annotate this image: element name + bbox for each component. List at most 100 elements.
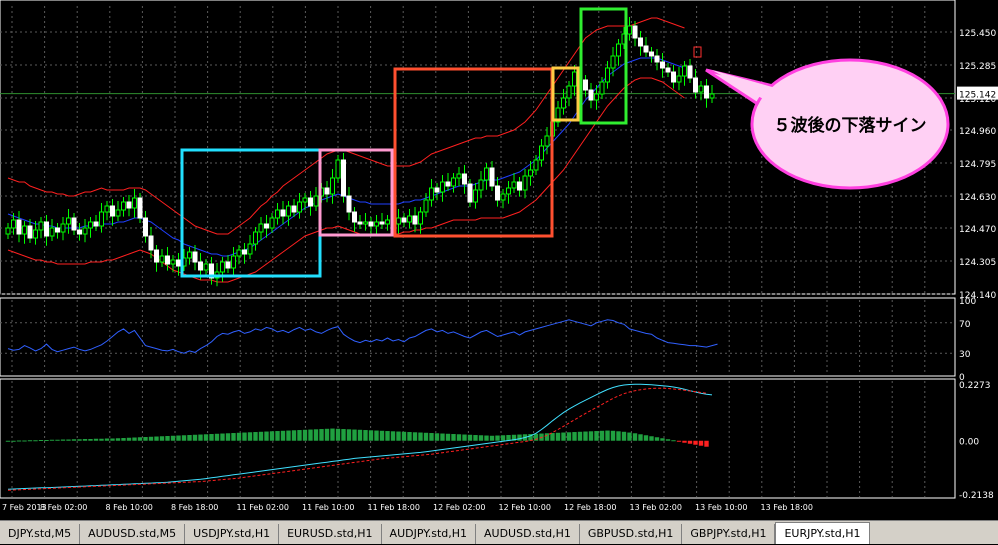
candle (137, 197, 143, 219)
candle (143, 217, 148, 237)
tab-audusd-std-m5[interactable]: AUDUSD.std,M5 (80, 524, 186, 544)
macd-histogram-bar (49, 439, 55, 441)
macd-histogram-bar (5, 440, 11, 442)
candle (176, 259, 181, 267)
candle (236, 249, 242, 257)
macd-histogram-bar (693, 440, 698, 445)
candle (104, 205, 110, 213)
macd-histogram-bar (418, 432, 423, 441)
macd-histogram-bar (434, 433, 440, 441)
candle (616, 43, 621, 57)
macd-histogram-bar (143, 437, 148, 441)
candle (88, 221, 93, 229)
macd-histogram-bar (313, 429, 319, 441)
macd-histogram-bar (643, 435, 649, 441)
tab-audusd-std-h1[interactable]: AUDUSD.std,H1 (476, 524, 580, 544)
macd-histogram-bar (242, 432, 247, 441)
macd-histogram-bar (665, 439, 671, 441)
candle (511, 181, 517, 189)
macd-histogram-bar (291, 430, 297, 441)
macd-histogram-bar (621, 431, 627, 441)
candle (632, 25, 638, 39)
candle (407, 215, 412, 223)
tab-gbpjpy-std-h1[interactable]: GBPJPY.std,H1 (682, 524, 776, 544)
tab-gbpusd-std-h1[interactable]: GBPUSD.std,H1 (580, 524, 683, 544)
macd-histogram-bar (473, 435, 478, 441)
callout-text: ５波後の下落サイン (774, 115, 927, 136)
candle (253, 231, 258, 245)
candle (231, 255, 236, 269)
macd-histogram-bar (11, 440, 16, 442)
macd-histogram-bar (71, 439, 77, 441)
x-axis-label: 12 Feb 10:00 (499, 503, 551, 512)
candle (148, 235, 154, 251)
current-price-label: 125.142 (959, 91, 996, 101)
macd-histogram-bar (66, 439, 71, 441)
candle (627, 25, 632, 35)
candle (352, 211, 357, 223)
macd-histogram-bar (297, 430, 302, 441)
candle (594, 93, 599, 101)
x-axis-label: 11 Feb 18:00 (368, 503, 420, 512)
candle (693, 77, 698, 93)
candle (60, 223, 66, 233)
macd-histogram-bar (231, 433, 236, 441)
candle (330, 177, 335, 195)
macd-histogram-bar (484, 435, 489, 441)
candle (346, 195, 352, 213)
macd-histogram-bar (82, 439, 88, 441)
macd-histogram-bar (269, 431, 275, 441)
tab-usdjpy-std-h1[interactable]: USDJPY.std,H1 (185, 524, 280, 544)
tab-audjpy-std-h1[interactable]: AUDJPY.std,H1 (382, 524, 477, 544)
tab-eurusd-std-h1[interactable]: EURUSD.std,H1 (279, 524, 382, 544)
macd-tick-label: 0.2273 (959, 381, 991, 391)
x-axis-label: 13 Feb 02:00 (630, 503, 682, 512)
candle (49, 227, 55, 237)
tab-eurjpy-std-h1[interactable]: EURJPY.std,H1 (775, 522, 870, 544)
candle (363, 221, 368, 225)
macd-histogram-bar (148, 436, 154, 441)
candle (313, 195, 319, 207)
candle (643, 45, 649, 53)
candle (489, 167, 495, 187)
macd-histogram-bar (363, 430, 368, 441)
candle (671, 71, 676, 83)
candle (324, 187, 330, 195)
macd-histogram-bar (379, 430, 385, 441)
macd-histogram-bar (555, 432, 561, 441)
macd-histogram-bar (203, 434, 209, 441)
macd-histogram-bar (407, 432, 412, 441)
candle (368, 221, 374, 227)
candle (16, 219, 22, 235)
macd-histogram-bar (385, 431, 390, 441)
candle (82, 227, 88, 235)
tab-djpy-std-m5[interactable]: DJPY.std,M5 (0, 524, 81, 544)
candle (159, 255, 165, 263)
candle (418, 211, 423, 225)
candle (275, 209, 280, 219)
rsi-tick-label: 30 (959, 350, 971, 360)
candle (165, 255, 170, 265)
macd-histogram-bar (27, 440, 33, 442)
macd-histogram-bar (77, 439, 82, 441)
candle (302, 197, 308, 203)
candle (264, 223, 269, 229)
macd-histogram-bar (682, 440, 687, 443)
candle (533, 159, 539, 171)
candle (187, 251, 192, 259)
candle (484, 167, 489, 181)
macd-histogram-bar (176, 435, 181, 441)
macd-histogram-bar (638, 434, 643, 441)
candle (77, 229, 82, 235)
candle (610, 55, 616, 69)
macd-histogram-bar (352, 429, 357, 441)
candle (280, 209, 286, 217)
macd-histogram-bar (16, 440, 22, 442)
candle (638, 37, 643, 47)
candle (429, 187, 434, 201)
macd-histogram-bar (462, 434, 467, 441)
candle (242, 249, 247, 255)
macd-histogram-bar (192, 434, 198, 441)
macd-histogram-bar (396, 431, 401, 441)
macd-histogram-bar (115, 438, 121, 441)
